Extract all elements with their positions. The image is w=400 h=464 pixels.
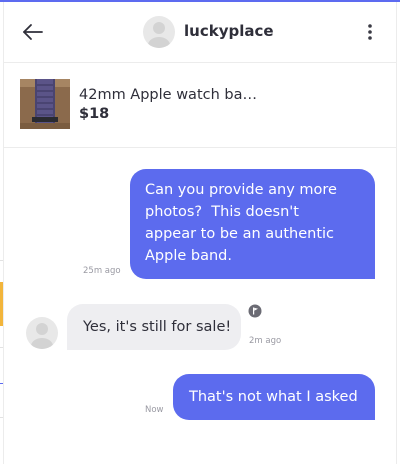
message-line: photos? This doesn't: [145, 204, 299, 220]
listing-price: $18: [79, 106, 110, 122]
watch-band-photo: [20, 79, 70, 129]
arrow-left-icon: [23, 24, 43, 40]
listing-title: 42mm Apple watch ba…: [79, 87, 257, 103]
more-options-button[interactable]: [360, 20, 380, 44]
message-timestamp: Now: [145, 405, 164, 415]
listing-thumbnail: [20, 79, 70, 129]
incoming-message: Yes, it's still for sale!: [67, 304, 241, 350]
messenger-window: luckyplace 42mm Apple watch ba… $18 Can …: [0, 0, 400, 464]
message-line: Can you provide any more: [145, 182, 337, 198]
chat-header: luckyplace: [4, 2, 396, 63]
outgoing-message: Can you provide any more photos? This do…: [130, 169, 375, 279]
report-message-button[interactable]: [248, 303, 262, 318]
flag-icon: [248, 304, 262, 318]
listing-summary[interactable]: 42mm Apple watch ba… $18: [4, 63, 396, 148]
vertical-dots-icon: [368, 24, 372, 40]
message-line: appear to be an authentic: [145, 226, 335, 242]
message-timestamp: 2m ago: [249, 336, 282, 346]
outgoing-message: That's not what I asked: [173, 374, 375, 420]
message-timestamp: 25m ago: [83, 266, 121, 276]
message-line: Apple band.: [145, 248, 232, 264]
back-button[interactable]: [20, 19, 46, 45]
chat-panel: luckyplace 42mm Apple watch ba… $18 Can …: [3, 2, 397, 464]
username[interactable]: luckyplace: [184, 22, 274, 40]
user-placeholder-icon: [31, 323, 53, 349]
user-placeholder-icon: [148, 22, 170, 48]
sender-avatar: [26, 317, 58, 349]
avatar[interactable]: [143, 16, 175, 48]
